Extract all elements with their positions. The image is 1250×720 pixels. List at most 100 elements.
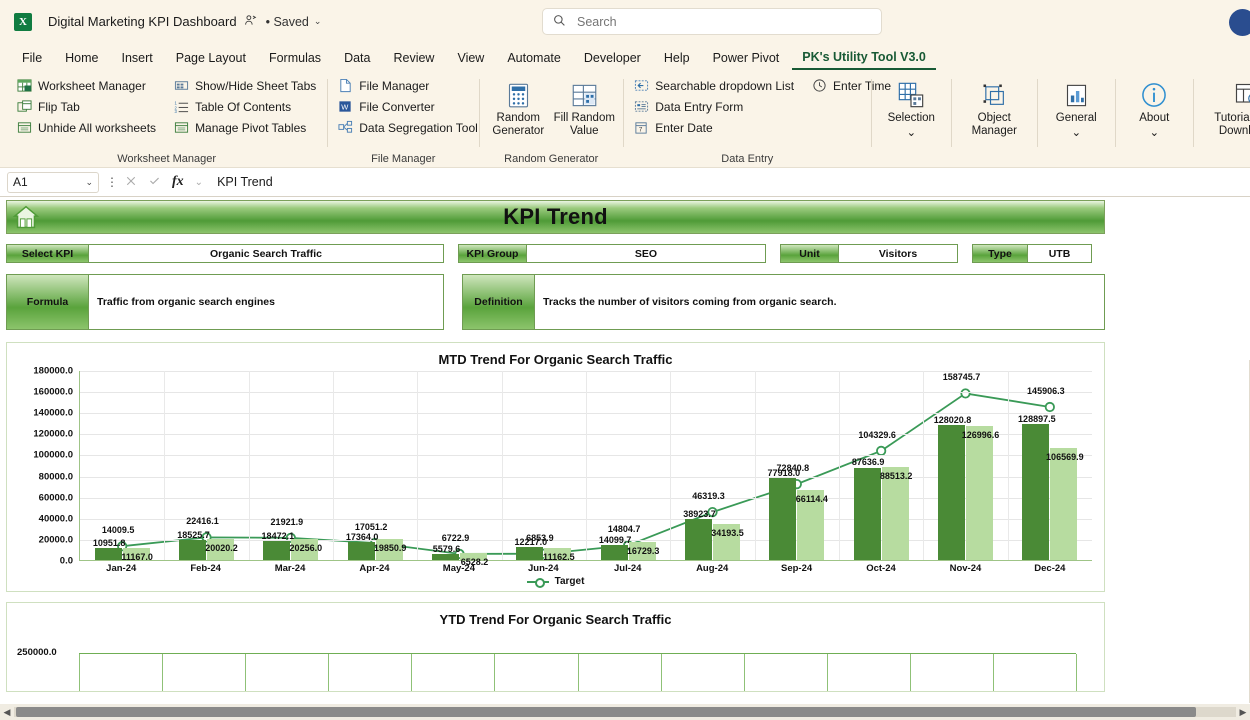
button-flip-tab[interactable]: Flip Tab — [14, 98, 159, 115]
tab-power-pivot[interactable]: Power Pivot — [703, 47, 790, 69]
button-tutorials-and-downloads[interactable]: Tutorials and Downloads — [1201, 77, 1250, 138]
field-type[interactable]: Type UTB — [972, 244, 1092, 263]
button-worksheet-manager[interactable]: Worksheet Manager — [14, 77, 159, 94]
tab-home[interactable]: Home — [55, 47, 108, 69]
tab-file[interactable]: File — [12, 47, 52, 69]
gridline-vertical — [909, 654, 911, 691]
bar-actual[interactable] — [178, 540, 206, 560]
scrollbar-track[interactable] — [14, 707, 1236, 717]
bar-actual[interactable] — [600, 545, 628, 560]
chevron-down-icon[interactable]: ⌄ — [1071, 127, 1081, 140]
word-file-icon: W — [338, 99, 353, 114]
bar-group[interactable] — [417, 553, 501, 560]
save-status[interactable]: • Saved — [266, 15, 309, 29]
button-table-of-contents[interactable]: 123 Table Of Contents — [171, 98, 319, 115]
button-show-hide-sheet-tabs[interactable]: Show/Hide Sheet Tabs — [171, 77, 319, 94]
button-general[interactable]: General ⌄ — [1045, 77, 1107, 140]
svg-text:W: W — [342, 102, 350, 111]
data-label-actual: 17364.0 — [345, 531, 379, 542]
button-data-segregation-tool[interactable]: Data Segregation Tool — [335, 119, 481, 136]
bar-actual[interactable] — [684, 518, 712, 560]
bar-group[interactable] — [839, 466, 923, 560]
tab-developer[interactable]: Developer — [574, 47, 651, 69]
bar-actual[interactable] — [516, 547, 544, 560]
bar-prior[interactable] — [965, 425, 993, 560]
bar-actual[interactable] — [1022, 423, 1050, 560]
tab-view[interactable]: View — [447, 47, 494, 69]
field-select-kpi[interactable]: Select KPI Organic Search Traffic — [6, 244, 444, 263]
button-object-manager[interactable]: Object Manager — [959, 77, 1029, 138]
insert-function-icon[interactable]: fx — [172, 174, 184, 190]
bar-group[interactable] — [1008, 423, 1092, 560]
data-label-target: 6853.9 — [526, 532, 554, 543]
pivot-table-icon — [174, 120, 189, 135]
search-box[interactable] — [542, 8, 882, 35]
tab-data[interactable]: Data — [334, 47, 380, 69]
chart-ytd-trend[interactable]: YTD Trend For Organic Search Traffic 250… — [6, 602, 1105, 692]
tab-pk-utility-tool[interactable]: PK's Utility Tool V3.0 — [792, 46, 936, 70]
button-manage-pivot-tables[interactable]: Manage Pivot Tables — [171, 119, 319, 136]
document-title[interactable]: Digital Marketing KPI Dashboard — [48, 14, 237, 29]
tab-automate[interactable]: Automate — [497, 47, 571, 69]
data-label-actual: 128897.5 — [1018, 413, 1056, 424]
formula-input[interactable]: KPI Trend — [217, 175, 1250, 189]
value: Tracks the number of visitors coming fro… — [535, 275, 1104, 329]
value[interactable]: Organic Search Traffic — [89, 245, 443, 262]
group-label-data-entry: Data Entry — [721, 153, 774, 165]
bar-group[interactable] — [755, 477, 839, 560]
button-about[interactable]: About ⌄ — [1123, 77, 1185, 140]
bar-actual[interactable] — [347, 541, 375, 560]
bar-actual[interactable] — [853, 467, 881, 560]
scroll-left-arrow-icon[interactable]: ◀ — [0, 707, 14, 718]
scroll-right-arrow-icon[interactable]: ▶ — [1236, 707, 1250, 718]
tab-review[interactable]: Review — [383, 47, 444, 69]
bar-prior[interactable] — [1050, 447, 1078, 560]
group-label-empty-5 — [1201, 151, 1250, 165]
scrollbar-thumb[interactable] — [16, 707, 1196, 717]
chevron-down-icon[interactable]: ⌄ — [195, 177, 203, 188]
selection-grid-icon — [896, 80, 926, 110]
button-fill-random-value[interactable]: Fill Random Value — [553, 77, 615, 138]
chevron-down-icon[interactable]: ⌄ — [314, 16, 322, 27]
tab-page-layout[interactable]: Page Layout — [166, 47, 256, 69]
field-unit[interactable]: Unit Visitors — [780, 244, 958, 263]
button-enter-date[interactable]: 7 Enter Date — [631, 119, 797, 136]
home-icon[interactable] — [11, 202, 41, 232]
bar-actual[interactable] — [769, 477, 797, 560]
bar-actual[interactable] — [431, 554, 459, 560]
check-icon[interactable] — [148, 174, 161, 190]
tab-insert[interactable]: Insert — [112, 47, 163, 69]
formula-bar-menu-icon[interactable]: ⋮ — [106, 175, 118, 189]
horizontal-scrollbar[interactable]: ◀ ▶ — [0, 704, 1250, 720]
label: About — [1139, 112, 1170, 124]
name-box[interactable]: A1 ⌄ — [7, 171, 99, 193]
bar-group[interactable] — [670, 518, 754, 560]
tab-formulas[interactable]: Formulas — [259, 47, 331, 69]
chevron-down-icon[interactable]: ⌄ — [906, 127, 916, 140]
data-label-prior: 106569.9 — [1046, 451, 1084, 462]
field-kpi-group[interactable]: KPI Group SEO — [458, 244, 766, 263]
avatar[interactable] — [1229, 9, 1250, 36]
chevron-down-icon[interactable]: ⌄ — [1149, 127, 1159, 140]
person-share-icon[interactable] — [244, 14, 257, 30]
button-unhide-all-worksheets[interactable]: Unhide All worksheets — [14, 119, 159, 136]
bar-actual[interactable] — [937, 424, 965, 560]
bar-actual[interactable] — [94, 548, 122, 560]
button-file-manager[interactable]: File Manager — [335, 77, 481, 94]
gridline-vertical — [501, 371, 503, 560]
button-searchable-dropdown-list[interactable]: Searchable dropdown List — [631, 77, 797, 94]
chart-mtd-trend[interactable]: MTD Trend For Organic Search Traffic 0.0… — [6, 342, 1105, 592]
bar-prior[interactable] — [881, 466, 909, 560]
tab-help[interactable]: Help — [654, 47, 700, 69]
close-icon[interactable] — [125, 175, 137, 190]
button-random-generator[interactable]: Random Generator — [487, 77, 549, 138]
button-data-entry-form[interactable]: Data Entry Form — [631, 98, 797, 115]
button-file-converter[interactable]: W File Converter — [335, 98, 481, 115]
bar-actual[interactable] — [263, 540, 291, 560]
button-selection[interactable]: Selection ⌄ — [879, 77, 943, 140]
dropdown-list-icon — [634, 78, 649, 93]
search-input[interactable] — [575, 13, 871, 30]
chevron-down-icon[interactable]: ⌄ — [85, 177, 93, 188]
bar-group[interactable] — [923, 424, 1007, 560]
data-label-prior: 16729.3 — [626, 546, 660, 557]
